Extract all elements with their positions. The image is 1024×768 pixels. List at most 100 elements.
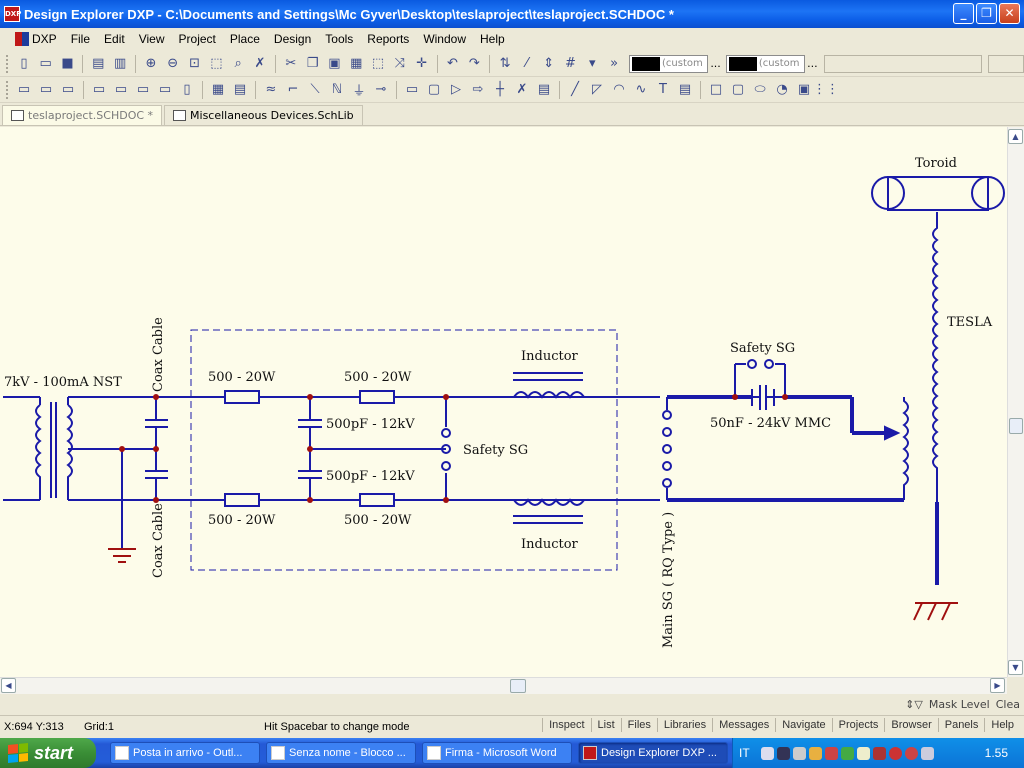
- menu-design[interactable]: Design: [267, 32, 318, 46]
- scroll-up-icon[interactable]: ▲: [1008, 129, 1023, 144]
- select-area-icon[interactable]: ⬚: [368, 54, 388, 74]
- library-icon[interactable]: ▦: [208, 80, 228, 100]
- zoom-fit-icon[interactable]: ⊡: [185, 54, 205, 74]
- compile-icon[interactable]: ▭: [89, 80, 109, 100]
- project-folder-icon[interactable]: ▭: [58, 80, 78, 100]
- list-panel-button[interactable]: List: [590, 718, 621, 732]
- menu-view[interactable]: View: [132, 32, 172, 46]
- text-frame-icon[interactable]: ▤: [675, 80, 695, 100]
- scroll-down-icon[interactable]: ▼: [1008, 660, 1023, 675]
- round-rectangle-icon[interactable]: ▢: [728, 80, 748, 100]
- clear-button[interactable]: Clea: [996, 698, 1020, 711]
- text-icon[interactable]: T: [653, 80, 673, 100]
- cross-probe-icon[interactable]: ⁄: [517, 54, 537, 74]
- restore-button[interactable]: ❐: [976, 3, 997, 24]
- menu-project[interactable]: Project: [172, 32, 223, 46]
- bezier-icon[interactable]: ∿: [631, 80, 651, 100]
- messages-panel-button[interactable]: Messages: [712, 718, 775, 732]
- menu-tools[interactable]: Tools: [318, 32, 360, 46]
- paste-icon[interactable]: ▣: [325, 54, 345, 74]
- libraries-panel-button[interactable]: Libraries: [656, 718, 712, 732]
- tray-media-icon[interactable]: [904, 746, 918, 760]
- align-icon[interactable]: ⇕: [539, 54, 559, 74]
- filter-icon[interactable]: ⇕▽: [905, 698, 923, 711]
- tray-folder-icon[interactable]: [856, 746, 870, 760]
- update-icon[interactable]: ▭: [155, 80, 175, 100]
- tab-teslaproject-schdoc[interactable]: teslaproject.SCHDOC *: [2, 105, 163, 125]
- polygon-icon[interactable]: ◸: [587, 80, 607, 100]
- print-preview-icon[interactable]: ▥: [110, 54, 130, 74]
- tray-alert-icon[interactable]: [824, 746, 838, 760]
- inspect-panel-button[interactable]: Inspect: [542, 718, 590, 732]
- schematic-canvas[interactable]: 7kV - 100mA NST Coax Cable Coax Cable 50…: [0, 127, 1007, 677]
- tray-app-icon[interactable]: [808, 746, 822, 760]
- ellipse-icon[interactable]: ⬭: [750, 80, 770, 100]
- toolbar-overflow-icon[interactable]: »: [604, 54, 624, 74]
- start-button[interactable]: start: [0, 738, 96, 768]
- horizontal-scroll-thumb[interactable]: [510, 679, 526, 693]
- wire-icon[interactable]: ≈: [261, 80, 281, 100]
- arc-icon[interactable]: ◠: [609, 80, 629, 100]
- save-icon[interactable]: ■: [58, 54, 78, 74]
- scroll-right-icon[interactable]: ▶: [990, 678, 1005, 693]
- toolbar-grip[interactable]: [6, 54, 9, 73]
- redo-icon[interactable]: ↷: [464, 54, 484, 74]
- tray-volume-icon[interactable]: [920, 746, 934, 760]
- array-icon[interactable]: ⋮⋮: [813, 80, 839, 100]
- part-icon[interactable]: ▭: [402, 80, 422, 100]
- grid-icon[interactable]: #: [561, 54, 581, 74]
- pie-icon[interactable]: ◔: [772, 80, 792, 100]
- menu-place[interactable]: Place: [223, 32, 267, 46]
- menu-window[interactable]: Window: [416, 32, 473, 46]
- zoom-out-icon[interactable]: ⊖: [163, 54, 183, 74]
- menu-dxp[interactable]: DXP: [8, 32, 64, 46]
- fill-color-picker[interactable]: (custom: [629, 54, 709, 73]
- new-icon[interactable]: ▯: [14, 54, 34, 74]
- tab-misc-devices-schlib[interactable]: Miscellaneous Devices.SchLib: [164, 105, 363, 125]
- help-button[interactable]: Help: [984, 718, 1020, 732]
- tray-stop-icon[interactable]: [888, 746, 902, 760]
- tray-network-icon[interactable]: [760, 746, 774, 760]
- taskbar-item-word[interactable]: Firma - Microsoft Word: [422, 742, 572, 764]
- copy-icon[interactable]: ❐: [303, 54, 323, 74]
- projects-panel-button[interactable]: Projects: [831, 718, 885, 732]
- open-project-icon[interactable]: ▭: [14, 80, 34, 100]
- clear-filter-icon[interactable]: ✗: [250, 54, 270, 74]
- port-icon[interactable]: ⇨: [468, 80, 488, 100]
- bus-entry-icon[interactable]: ⟍: [305, 80, 325, 100]
- scroll-left-icon[interactable]: ◀: [1, 678, 16, 693]
- close-button[interactable]: ✕: [999, 3, 1020, 24]
- title-bar[interactable]: DXP Design Explorer DXP - C:\Documents a…: [0, 0, 1024, 28]
- menu-file[interactable]: File: [64, 32, 97, 46]
- browse-icon[interactable]: ▤: [230, 80, 250, 100]
- cut-icon[interactable]: ✂: [281, 54, 301, 74]
- sheet-symbol-icon[interactable]: ▢: [424, 80, 444, 100]
- graphic-icon[interactable]: ▣: [794, 80, 814, 100]
- directive-icon[interactable]: ▤: [534, 80, 554, 100]
- minimize-button[interactable]: _: [953, 3, 974, 24]
- report-icon[interactable]: ▯: [177, 80, 197, 100]
- deselect-icon[interactable]: ⤨: [390, 54, 410, 74]
- undo-icon[interactable]: ↶: [443, 54, 463, 74]
- open-doc-icon[interactable]: ▭: [36, 80, 56, 100]
- net-label-icon[interactable]: ℕ: [327, 80, 347, 100]
- bus-icon[interactable]: ⌐: [283, 80, 303, 100]
- open-folder-icon[interactable]: ▭: [36, 54, 56, 74]
- taskbar-item-outlook[interactable]: Posta in arrivo - Outl...: [110, 742, 260, 764]
- taskbar-item-dxp[interactable]: Design Explorer DXP ...: [578, 742, 728, 764]
- vertical-scrollbar[interactable]: ▲ ▼: [1007, 127, 1024, 677]
- line-icon[interactable]: ╱: [565, 80, 585, 100]
- sheet-entry-icon[interactable]: ▷: [446, 80, 466, 100]
- no-erc-icon[interactable]: ✗: [512, 80, 532, 100]
- zoom-in-icon[interactable]: ⊕: [141, 54, 161, 74]
- menu-help[interactable]: Help: [473, 32, 512, 46]
- export-icon[interactable]: ▭: [111, 80, 131, 100]
- junction-icon[interactable]: ┼: [490, 80, 510, 100]
- power-port-icon[interactable]: ⊸: [371, 80, 391, 100]
- hierarchy-icon[interactable]: ⇅: [495, 54, 515, 74]
- zoom-area-icon[interactable]: ⬚: [206, 54, 226, 74]
- tray-record-icon[interactable]: [872, 746, 886, 760]
- menu-edit[interactable]: Edit: [97, 32, 132, 46]
- navigate-panel-button[interactable]: Navigate: [775, 718, 831, 732]
- line-color-picker[interactable]: (custom: [725, 54, 806, 73]
